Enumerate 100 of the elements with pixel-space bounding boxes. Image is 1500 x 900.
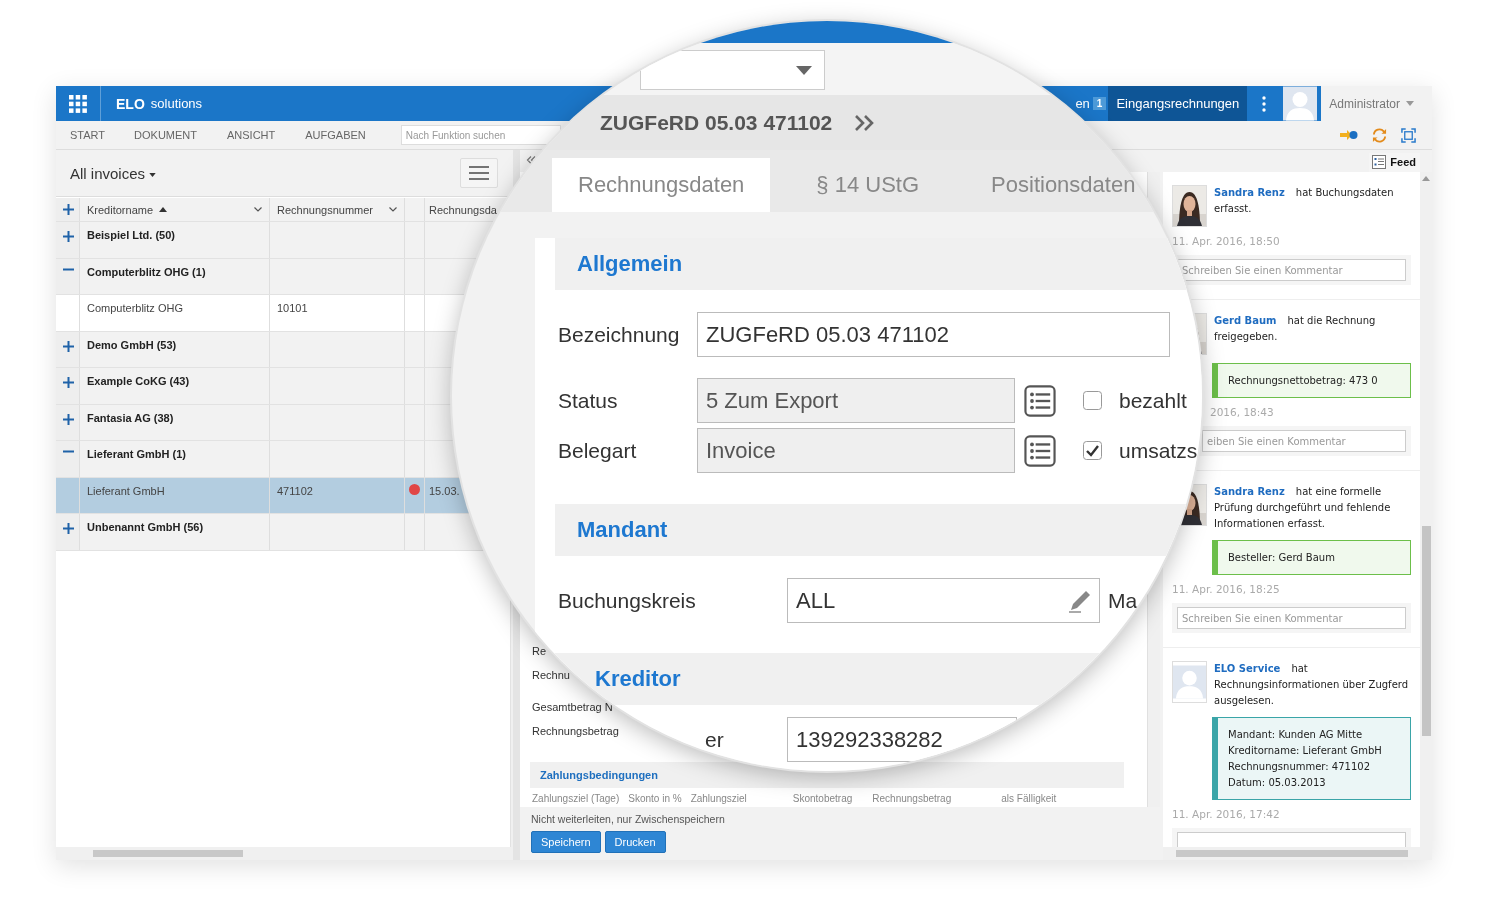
caret-icon <box>149 172 157 177</box>
menu-item[interactable]: ANSICHT <box>227 129 276 141</box>
plus-icon[interactable] <box>63 204 74 215</box>
avatar-icon <box>1172 661 1207 703</box>
section-title: Mandant <box>577 517 668 543</box>
note-line: Datum: 05.03.2013 <box>1228 776 1327 790</box>
user-menu[interactable]: Administrator <box>1321 86 1432 121</box>
column-label: als Fälligkeit <box>1001 793 1057 806</box>
author-link[interactable]: Sandra Renz <box>1214 486 1285 497</box>
timestamp: 11. Apr. 2016, 17:42 <box>1172 808 1281 820</box>
text-field[interactable]: ZUGFeRD 05.03 471102 <box>697 312 1170 357</box>
chevron-down-icon[interactable] <box>389 207 397 212</box>
chevron-down-icon[interactable] <box>254 207 262 212</box>
horizontal-scrollbar[interactable] <box>93 850 243 857</box>
timestamp: 2016, 18:43 <box>1209 406 1275 418</box>
note-line: Mandant: Kunden AG Mitte <box>1228 728 1364 742</box>
plus-icon[interactable] <box>63 377 74 388</box>
search-field[interactable]: Nach Funktion suchen <box>400 125 561 145</box>
checkbox[interactable] <box>1083 391 1102 410</box>
field-label: Bezeichnung <box>558 322 680 346</box>
list-button[interactable] <box>1023 433 1057 468</box>
caret-icon <box>796 65 812 75</box>
section-title: Zahlungsbedingungen <box>540 769 658 781</box>
column-label: Zahlungsziel (Tage) <box>532 793 620 806</box>
feed-message: Sandra Renz hat eine formelle Prüfung durchgeführt und fehlende Informationen erfasst. <box>1214 485 1392 531</box>
column-label: Zahlungsziel <box>690 793 747 806</box>
field-label: Re <box>532 645 547 657</box>
section-title: Kreditor <box>594 666 681 692</box>
menu-item[interactable]: AUFGABEN <box>305 129 366 141</box>
field-label: Rechnungsbetrag <box>532 725 619 737</box>
section-title: Allgemein <box>577 251 683 277</box>
horizontal-scrollbar[interactable] <box>1176 850 1408 857</box>
caret-icon <box>1406 101 1414 106</box>
column-label: Rechnungsbetrag <box>872 793 952 806</box>
list-icon <box>1372 155 1387 169</box>
text-field[interactable]: ALL <box>787 578 1100 623</box>
column-label: Skontobetrag <box>792 793 853 806</box>
column-label: Skonto in % <box>628 793 682 806</box>
note-line: Kreditorname: Lieferant GmbH <box>1228 744 1382 758</box>
plus-icon[interactable] <box>63 413 74 425</box>
note-line: Rechnungsnettobetrag: 473 0 <box>1228 374 1378 388</box>
comment-field[interactable]: Schreiben Sie einen Kommentar <box>1177 607 1406 629</box>
list-icon <box>1024 434 1056 467</box>
checkbox-label: bezahlt <box>1119 388 1187 413</box>
plus-icon[interactable] <box>63 231 74 242</box>
timestamp: 11. Apr. 2016, 18:50 <box>1172 235 1281 247</box>
feed-message: Gerd Baum hat die Rechnung freigegeben. <box>1214 314 1377 344</box>
field-label: Buchungskreis <box>558 588 696 612</box>
note-line: Besteller: Gerd Baum <box>1228 551 1335 565</box>
hint-text: Nicht weiterleiten, nur Zwischenspeichern <box>531 813 726 825</box>
select-field[interactable]: 5 Zum Export <box>697 378 1015 423</box>
checkbox[interactable] <box>1083 441 1102 460</box>
grid-icon <box>69 94 87 113</box>
product-name: solutions <box>150 96 203 111</box>
field-label: Belegart <box>558 438 637 462</box>
field-label: Rechnu <box>532 669 570 681</box>
app-tab[interactable]: en 1 <box>1075 96 1107 111</box>
feed-message: ELO Service hat Rechnungsinformationen über Zugferd ausgelesen. <box>1214 662 1410 708</box>
brand-logo: ELO <box>116 95 145 112</box>
checkbox-label: umsatzs <box>1119 438 1198 463</box>
column-header[interactable]: Kreditorname <box>87 204 154 216</box>
author-link[interactable]: ELO Service <box>1214 663 1281 674</box>
list-icon <box>1024 384 1056 417</box>
dropdown-field[interactable] <box>640 50 825 90</box>
author-link[interactable]: Sandra Renz <box>1214 187 1285 198</box>
fullscreen-icon[interactable] <box>1401 127 1416 143</box>
refresh-icon[interactable] <box>1372 127 1387 143</box>
app-tab[interactable]: Eingangsrechnungen <box>1108 86 1248 121</box>
list-button[interactable] <box>1023 383 1057 418</box>
minus-icon[interactable] <box>63 450 74 453</box>
avatar-icon[interactable] <box>1283 86 1318 121</box>
comment-field[interactable]: Schreiben Sie einen Kommentar <box>1177 259 1406 281</box>
comment-field[interactable]: eiben Sie einen Kommentar <box>1202 430 1406 452</box>
menu-item[interactable]: START <box>70 129 106 141</box>
timestamp: 11. Apr. 2016, 18:25 <box>1172 583 1281 595</box>
menu-icon <box>469 166 489 180</box>
field-label: er <box>705 727 724 751</box>
tab[interactable]: Rechnungsdaten <box>552 158 771 212</box>
count-badge: 1 <box>1092 97 1107 110</box>
column-header[interactable]: Rechnungsnummer <box>277 204 373 216</box>
vertical-scrollbar[interactable] <box>1421 526 1431 736</box>
column-header[interactable]: Rechnungsda <box>429 204 497 216</box>
menu-item[interactable]: DOKUMENT <box>134 129 197 141</box>
plus-icon[interactable] <box>63 340 74 352</box>
plug-icon[interactable] <box>1340 129 1358 141</box>
action-button[interactable]: Speichern <box>531 831 601 853</box>
select-field[interactable]: Invoice <box>697 428 1015 473</box>
scroll-up-icon[interactable] <box>1422 176 1430 181</box>
note-line: Rechnungsnummer: 471102 <box>1228 760 1372 774</box>
plus-icon[interactable] <box>63 523 74 534</box>
table-cell[interactable]: 15.03. <box>429 484 460 497</box>
feed-message: Sandra Renz hat Buchungsdaten erfasst. <box>1214 186 1395 216</box>
field-label: Status <box>558 388 618 412</box>
action-button[interactable]: Drucken <box>604 831 666 853</box>
view-dropdown[interactable]: All invoices <box>70 164 157 182</box>
kebab-icon <box>1262 95 1267 112</box>
author-link[interactable]: Gerd Baum <box>1214 315 1277 326</box>
minus-icon[interactable] <box>63 267 74 271</box>
field-label: Ma <box>1108 588 1138 613</box>
document-title: ZUGFeRD 05.03 471102 <box>600 110 833 135</box>
